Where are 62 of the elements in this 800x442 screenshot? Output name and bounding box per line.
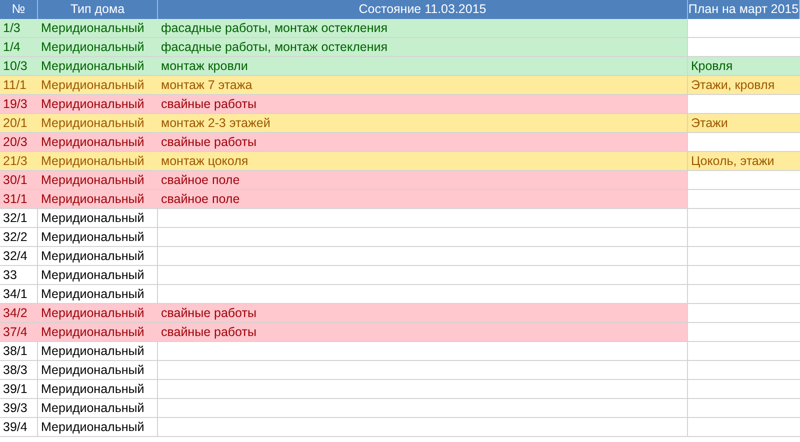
column-header: План на март 2015 [688,0,800,19]
state-cell: свайные работы [158,133,688,152]
type-cell: Меридиональный [38,19,158,38]
plan-cell: Этажи [688,114,800,133]
type-cell: Меридиональный [38,247,158,266]
number-cell: 21/3 [0,152,38,171]
state-cell: монтаж кровли [158,57,688,76]
state-cell: фасадные работы, монтаж остекления [158,19,688,38]
state-cell: свайное поле [158,171,688,190]
number-cell: 34/2 [0,304,38,323]
type-cell: Меридиональный [38,95,158,114]
number-cell: 1/4 [0,38,38,57]
number-cell: 30/1 [0,171,38,190]
number-cell: 39/4 [0,418,38,437]
number-cell: 33 [0,266,38,285]
number-cell: 20/3 [0,133,38,152]
number-cell: 37/4 [0,323,38,342]
number-cell: 19/3 [0,95,38,114]
type-cell: Меридиональный [38,133,158,152]
number-cell: 10/3 [0,57,38,76]
type-cell: Меридиональный [38,114,158,133]
state-cell: монтаж 7 этажа [158,76,688,95]
state-cell: свайные работы [158,323,688,342]
state-cell: свайное поле [158,190,688,209]
type-cell: Меридиональный [38,399,158,418]
number-cell: 1/3 [0,19,38,38]
number-cell: 39/1 [0,380,38,399]
number-cell: 11/1 [0,76,38,95]
column-header: Состояние 11.03.2015 [158,0,688,19]
type-cell: Меридиональный [38,228,158,247]
number-cell: 38/1 [0,342,38,361]
number-cell: 31/1 [0,190,38,209]
state-cell: свайные работы [158,95,688,114]
type-cell: Меридиональный [38,209,158,228]
type-cell: Меридиональный [38,361,158,380]
state-cell: свайные работы [158,304,688,323]
plan-cell: Этажи, кровля [688,76,800,95]
plan-cell: Цоколь, этажи [688,152,800,171]
type-cell: Меридиональный [38,380,158,399]
plan-cell: Кровля [688,57,800,76]
type-cell: Меридиональный [38,190,158,209]
column-header: Тип дома [38,0,158,19]
type-cell: Меридиональный [38,76,158,95]
state-cell: фасадные работы, монтаж остекления [158,38,688,57]
number-cell: 20/1 [0,114,38,133]
type-cell: Меридиональный [38,418,158,437]
state-cell: монтаж цоколя [158,152,688,171]
type-cell: Меридиональный [38,38,158,57]
type-cell: Меридиональный [38,171,158,190]
type-cell: Меридиональный [38,266,158,285]
type-cell: Меридиональный [38,323,158,342]
number-cell: 32/2 [0,228,38,247]
number-cell: 32/1 [0,209,38,228]
state-cell: монтаж 2-3 этажей [158,114,688,133]
type-cell: Меридиональный [38,342,158,361]
column-header: № [0,0,38,19]
number-cell: 38/3 [0,361,38,380]
type-cell: Меридиональный [38,152,158,171]
number-cell: 32/4 [0,247,38,266]
type-cell: Меридиональный [38,57,158,76]
type-cell: Меридиональный [38,304,158,323]
number-cell: 39/3 [0,399,38,418]
